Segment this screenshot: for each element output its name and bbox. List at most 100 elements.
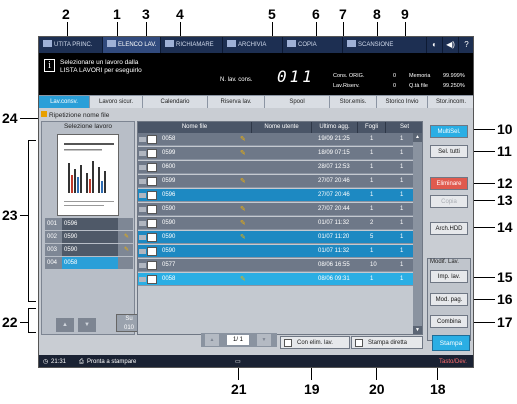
tab-lav-consv[interactable]: Lav.consv.: [39, 96, 89, 108]
cell-date: 08/06 16:55: [318, 262, 350, 268]
select-all-button[interactable]: Sel. tutti: [430, 145, 468, 158]
table-row[interactable]: 0590 ✎ 01/07 11:32 2 1: [138, 217, 414, 230]
table-row[interactable]: 0599 ✎ 27/07 20:46 1 1: [138, 175, 414, 188]
callout-14: 14: [497, 219, 513, 235]
cell-fogli: 1: [370, 206, 374, 212]
page-edit-button[interactable]: Mod. pag.: [430, 293, 468, 306]
print-button[interactable]: Stampa: [432, 335, 470, 351]
table-header: Nome file Nome utente Ultimo agg. Fogli …: [138, 122, 422, 133]
tab-spool[interactable]: Spool: [265, 96, 329, 108]
callout-13: 13: [497, 192, 513, 208]
table-scrollbar[interactable]: ▲ ▼: [413, 133, 422, 334]
cell-file-name: 0599: [162, 150, 176, 156]
scroll-up-icon[interactable]: ▲: [413, 133, 422, 142]
up-arrow-button[interactable]: ▲: [56, 318, 74, 332]
cell-set: 1: [400, 206, 404, 212]
down-arrow-button[interactable]: ▼: [78, 318, 96, 332]
nav-richiamare[interactable]: RICHIAMARE: [161, 37, 223, 53]
thumbnail-icon: [147, 163, 157, 172]
nav-elenco-lav[interactable]: ELENCO LAV.: [103, 37, 161, 53]
list-item[interactable]: 001 0596: [45, 218, 133, 230]
job-type-icon: [139, 263, 146, 268]
thumbnail-icon: [147, 219, 157, 228]
cell-date: 01/07 11:20: [318, 234, 350, 240]
tab-stor-incom[interactable]: Stor.incom.: [428, 96, 473, 108]
stat-pct: 99.999%: [443, 73, 465, 79]
pencil-icon: ✎: [240, 150, 246, 157]
col-header-set[interactable]: Set: [386, 122, 422, 133]
stat-label: Lav.Riserv.: [333, 83, 360, 89]
nav-utility[interactable]: UTITA PRINC.: [39, 37, 103, 53]
cell-set: 1: [400, 220, 404, 226]
cell-date: 18/09 07:15: [318, 150, 350, 156]
table-row[interactable]: 0058 ✎ 08/06 09:31 1 1: [138, 273, 414, 286]
cell-date: 27/07 20:46: [318, 192, 350, 198]
list-item[interactable]: 004 0058: [45, 257, 133, 269]
repeat-label: Ripetizione nome file: [49, 112, 110, 119]
thumbnail-icon: [147, 205, 157, 214]
nav-archivia[interactable]: ARCHIVIA: [223, 37, 283, 53]
col-header-nome-utente[interactable]: Nome utente: [252, 122, 312, 133]
next-page-button[interactable]: ▼: [257, 334, 271, 346]
callout-bracket: [28, 140, 36, 141]
modify-job-label: Modif. Lav.: [430, 259, 459, 265]
table-row[interactable]: 0590 ✎ 01/07 11:20 5 1: [138, 231, 414, 244]
table-row[interactable]: 0590 01/07 11:32 1 1: [138, 245, 414, 258]
nav-label: ELENCO LAV.: [118, 42, 157, 48]
callout-bracket: [28, 301, 36, 302]
table-row[interactable]: 0577 08/06 16:55 10 1: [138, 259, 414, 272]
col-header-ultimo-agg[interactable]: Ultimo agg.: [312, 122, 358, 133]
brightness-icon[interactable]: ◐: [427, 37, 443, 53]
table-row[interactable]: 0590 ✎ 27/07 20:44 1 1: [138, 203, 414, 216]
nav-copia[interactable]: COPIA: [283, 37, 343, 53]
message-text: Selezionare un lavoro dalla LISTA LAVORI…: [60, 59, 142, 75]
cell-file-name: 0599: [162, 178, 176, 184]
stat-name: Memoria: [409, 73, 431, 79]
tab-stor-emis[interactable]: Stor.emis.: [330, 96, 376, 108]
volume-icon[interactable]: ◀): [443, 37, 459, 53]
cell-set: 1: [400, 276, 404, 282]
combine-button[interactable]: Combina: [430, 315, 468, 328]
list-item[interactable]: 002 0590 ✎: [45, 231, 133, 243]
delete-button[interactable]: Eliminare: [430, 177, 468, 190]
scroll-down-icon[interactable]: ▼: [413, 326, 422, 334]
callout-line: [20, 118, 40, 119]
tab-calendario[interactable]: Calendario: [143, 96, 207, 108]
table-row[interactable]: 0058 ✎ 19/09 21:25 1 1: [138, 133, 414, 146]
table-row[interactable]: 0596 27/07 20:46 1 1: [138, 189, 414, 202]
cell-file-name: 0058: [162, 136, 176, 142]
nav-label: UTITA PRINC.: [54, 42, 93, 48]
delete-after-print-checkbox[interactable]: Con elim. lav.: [280, 336, 350, 349]
callout-4: 4: [176, 6, 184, 22]
help-icon[interactable]: ?: [459, 37, 473, 53]
nav-label: ARCHIVIA: [238, 42, 267, 48]
job-type-icon: [139, 249, 146, 254]
cell-fogli: 1: [370, 276, 374, 282]
thumbnail-icon: [147, 233, 157, 242]
list-item[interactable]: 003 0590 ✎: [45, 244, 133, 256]
repeat-filename[interactable]: Ripetizione nome file: [41, 111, 109, 119]
nav-scansione[interactable]: SCANSIONE: [343, 37, 427, 53]
archive-hdd-button[interactable]: Arch.HDD: [430, 222, 468, 235]
callout-11: 11: [497, 143, 512, 159]
table-row[interactable]: 0599 ✎ 18/09 07:15 1 1: [138, 147, 414, 160]
job-settings-button[interactable]: Imp. lav.: [430, 270, 468, 283]
multisel-button[interactable]: MultiSel.: [430, 125, 468, 138]
cell-date: 27/07 20:44: [318, 206, 350, 212]
col-header-fogli[interactable]: Fogli: [358, 122, 386, 133]
clock-icon: ◷: [43, 359, 49, 365]
tasto-dev-label: Tasto/Dev.: [439, 359, 467, 365]
tab-lavoro-sicur[interactable]: Lavoro sicur.: [90, 96, 142, 108]
copy-button[interactable]: Copia: [430, 195, 468, 208]
direct-print-checkbox[interactable]: Stampa diretta: [351, 336, 423, 349]
table-row[interactable]: 0600 28/07 12:53 1 1: [138, 161, 414, 174]
tab-riserva-lav[interactable]: Riserva lav.: [208, 96, 264, 108]
item-job: 0590: [62, 244, 118, 256]
tab-storico-invio[interactable]: Storico Invio: [377, 96, 427, 108]
prev-page-button[interactable]: ▲: [205, 334, 219, 346]
callout-12: 12: [497, 175, 513, 191]
cell-file-name: 0590: [162, 248, 176, 254]
item-number: 002: [47, 234, 58, 240]
col-header-nome-file[interactable]: Nome file: [138, 122, 252, 133]
status-text: Pronta a stampare: [87, 359, 137, 365]
